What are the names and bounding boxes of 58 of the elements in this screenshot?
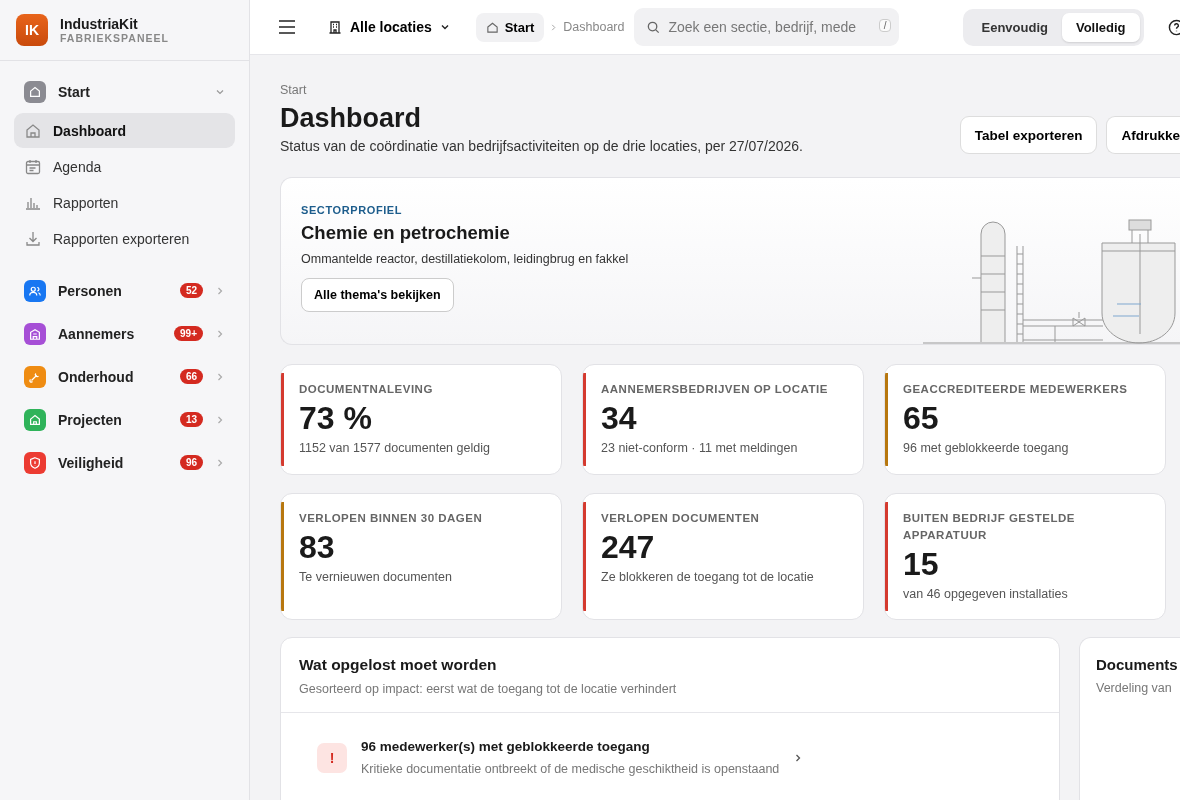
alert-icon: !	[317, 742, 347, 773]
count-badge: 99+	[174, 326, 203, 341]
panel-title: Documents	[1096, 656, 1178, 673]
stat-value: 65	[903, 400, 940, 437]
nav-item[interactable]: Rapporten exporteren	[14, 221, 235, 256]
todo-title: 96 medewerker(s) met geblokkeerde toegang	[361, 739, 651, 754]
banner-description: Ommantelde reactor, destillatiekolom, leidingbrug en fakkel	[301, 252, 629, 266]
count-badge: 13	[179, 412, 203, 427]
nav-group-header[interactable]: Start	[14, 79, 235, 105]
banner-eyebrow: SECTORPROFIEL	[301, 204, 404, 216]
stat-value: 83	[299, 529, 336, 566]
stat-label: AANNEMERSBEDRIJVEN OP LOCATIE	[601, 382, 829, 397]
nav-section[interactable]: Aannemers 99+	[14, 312, 235, 355]
view-mode-tab[interactable]: Volledig	[1061, 12, 1140, 42]
stat-value: 247	[601, 529, 656, 566]
page-subtitle: Status van de coördinatie van bedrijfsactiviteiten op de drie locaties, per 27/07/2026.	[280, 138, 803, 154]
stat-value: 15	[903, 546, 940, 583]
count-badge: 66	[179, 369, 203, 384]
nav-section[interactable]: Veiligheid 96	[14, 441, 235, 484]
stat-detail: Ze blokkeren de toegang tot de locatie	[601, 570, 815, 584]
nav-item[interactable]: Rapporten	[14, 185, 235, 220]
count-badge: 96	[179, 455, 203, 470]
action-button[interactable]: Tabel exporteren	[959, 116, 1098, 154]
app-name: IndustriaKit	[60, 16, 139, 32]
panel-title: Wat opgelost moet worden	[299, 656, 498, 674]
nav-section[interactable]: Onderhoud 66	[14, 355, 235, 398]
todo-description: Kritieke documentatie ontbreekt of de medische geschiktheid is openstaand	[361, 762, 780, 776]
banner-title: Chemie en petrochemie	[301, 222, 511, 244]
nav-item[interactable]: Agenda	[14, 149, 235, 184]
view-mode-tab[interactable]: Eenvoudig	[967, 12, 1062, 42]
page-title: Dashboard	[280, 103, 423, 134]
location-dropdown[interactable]: Alle locaties	[322, 19, 456, 35]
stat-label: GEACCREDITEERDE MEDEWERKERS	[903, 382, 1129, 397]
stat-value: 34	[601, 400, 638, 437]
stat-detail: van 46 opgegeven installaties	[903, 587, 1069, 601]
stat-label: BUITEN BEDRIJF GESTELDE APPARATUUR	[903, 511, 1076, 543]
panel-subtitle: Gesorteerd op impact: eerst wat de toegang tot de locatie verhindert	[299, 682, 678, 696]
nav-section[interactable]: Personen 52	[14, 269, 235, 312]
stat-detail: 1152 van 1577 documenten geldig	[299, 441, 491, 455]
themes-button[interactable]: Alle thema's bekijken	[301, 278, 454, 312]
stat-label: VERLOPEN DOCUMENTEN	[601, 511, 761, 526]
app-subtitle: FABRIEKSPANEEL	[60, 32, 169, 44]
breadcrumb-current: Dashboard	[563, 20, 625, 34]
action-button[interactable]: Afdrukke	[1106, 116, 1180, 154]
nav-section[interactable]: Projecten 13	[14, 398, 235, 441]
stat-detail: Te vernieuwen documenten	[299, 570, 453, 584]
breadcrumb-label: Start	[280, 83, 308, 97]
stat-label: VERLOPEN BINNEN 30 DAGEN	[299, 511, 484, 526]
stat-detail: 96 met geblokkeerde toegang	[903, 441, 1070, 455]
panel-subtitle: Verdeling van	[1096, 681, 1173, 695]
stat-value: 73 %	[299, 400, 373, 437]
stat-detail: 23 niet-conform · 11 met meldingen	[601, 441, 799, 455]
todo-item[interactable]: ! 96 medewerker(s) met geblokkeerde toegang Kritieke documentatie ontbreekt of de medische geschiktheid is openstaand	[281, 713, 1059, 800]
stat-label: DOCUMENTNALEVING	[299, 382, 434, 397]
app-logo: IK	[16, 14, 48, 46]
nav-item[interactable]: Dashboard	[14, 113, 235, 148]
breadcrumb-link[interactable]: Start	[475, 12, 545, 42]
count-badge: 52	[179, 283, 203, 298]
